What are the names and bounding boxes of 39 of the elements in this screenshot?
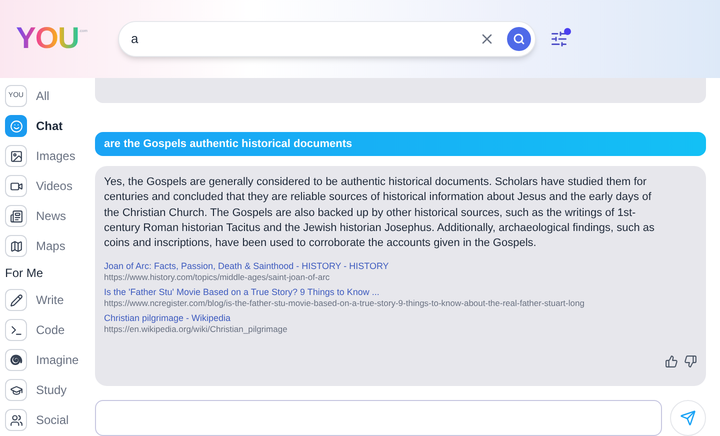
filter-settings-icon[interactable] bbox=[550, 30, 568, 48]
thumbs-up-icon[interactable] bbox=[665, 355, 678, 368]
source-url: https://en.wikipedia.org/wiki/Christian_pilgrimage bbox=[104, 324, 288, 336]
source-link[interactable]: Christian pilgrimage - Wikipedia bbox=[104, 312, 231, 324]
source-link[interactable]: Joan of Arc: Facts, Passion, Death & Sainthood - HISTORY - HISTORY bbox=[104, 260, 389, 272]
newspaper-icon bbox=[5, 205, 27, 227]
source-url: https://www.ncregister.com/blog/is-the-father-stu-movie-based-on-a-true-story-9-things-to-know-about-the-real-father-stuart-long bbox=[104, 298, 584, 310]
image-icon bbox=[5, 145, 27, 167]
sidebar-item[interactable]: Videos bbox=[5, 172, 95, 200]
section-title: For Me bbox=[5, 265, 44, 282]
sidebar-item[interactable]: Images bbox=[5, 142, 95, 170]
sidebar-item[interactable]: News bbox=[5, 202, 95, 230]
thumbs-down-icon[interactable] bbox=[684, 355, 697, 368]
message-input[interactable] bbox=[95, 400, 662, 436]
video-icon bbox=[5, 175, 27, 197]
smiley-icon bbox=[5, 115, 27, 137]
spiral-icon bbox=[5, 349, 27, 371]
search-icon bbox=[513, 33, 525, 45]
sidebar-item[interactable]: Code bbox=[5, 316, 95, 344]
sidebar-item[interactable]: Maps bbox=[5, 232, 95, 260]
terminal-icon bbox=[5, 319, 27, 341]
send-button[interactable] bbox=[670, 400, 706, 436]
search-text: a bbox=[131, 30, 140, 48]
search-button[interactable] bbox=[507, 27, 531, 51]
pencil-icon bbox=[5, 289, 27, 311]
search-field[interactable]: a bbox=[118, 21, 536, 57]
sidebar-item[interactable]: Study bbox=[5, 376, 95, 404]
sidebar-item[interactable]: Imagine bbox=[5, 346, 95, 374]
question-bubble: are the Gospels authentic historical documents bbox=[95, 132, 706, 156]
map-icon bbox=[5, 235, 27, 257]
source-link[interactable]: Is the 'Father Stu' Movie Based on a True Story? 9 Things to Know ... bbox=[104, 286, 380, 298]
answer-text: Yes, the Gospels are generally considered to be authentic historical documents. Scholars have studied them for centuries and concluded that they are reliable sources of historical information about Jesus and the early days of the Christian Church. The Gospels are also backed up by other historical sources, such as the writings of 1st-century Roman historian Tacitus and the Jewish historian Josephus. Additionally, archaeological findings, such as coins and inscriptions, have been used to corroborate the accounts given in the Gospels. bbox=[104, 175, 656, 252]
people-icon bbox=[5, 409, 27, 431]
sidebar-item[interactable]: Social bbox=[5, 406, 95, 434]
source-url: https://www.history.com/topics/middle-ages/saint-joan-of-arc bbox=[104, 272, 330, 284]
graduation-cap-icon bbox=[5, 379, 27, 401]
sidebar-item[interactable]: Chat bbox=[5, 112, 95, 140]
send-icon bbox=[680, 410, 696, 426]
sidebar-item[interactable]: Write bbox=[5, 286, 95, 314]
